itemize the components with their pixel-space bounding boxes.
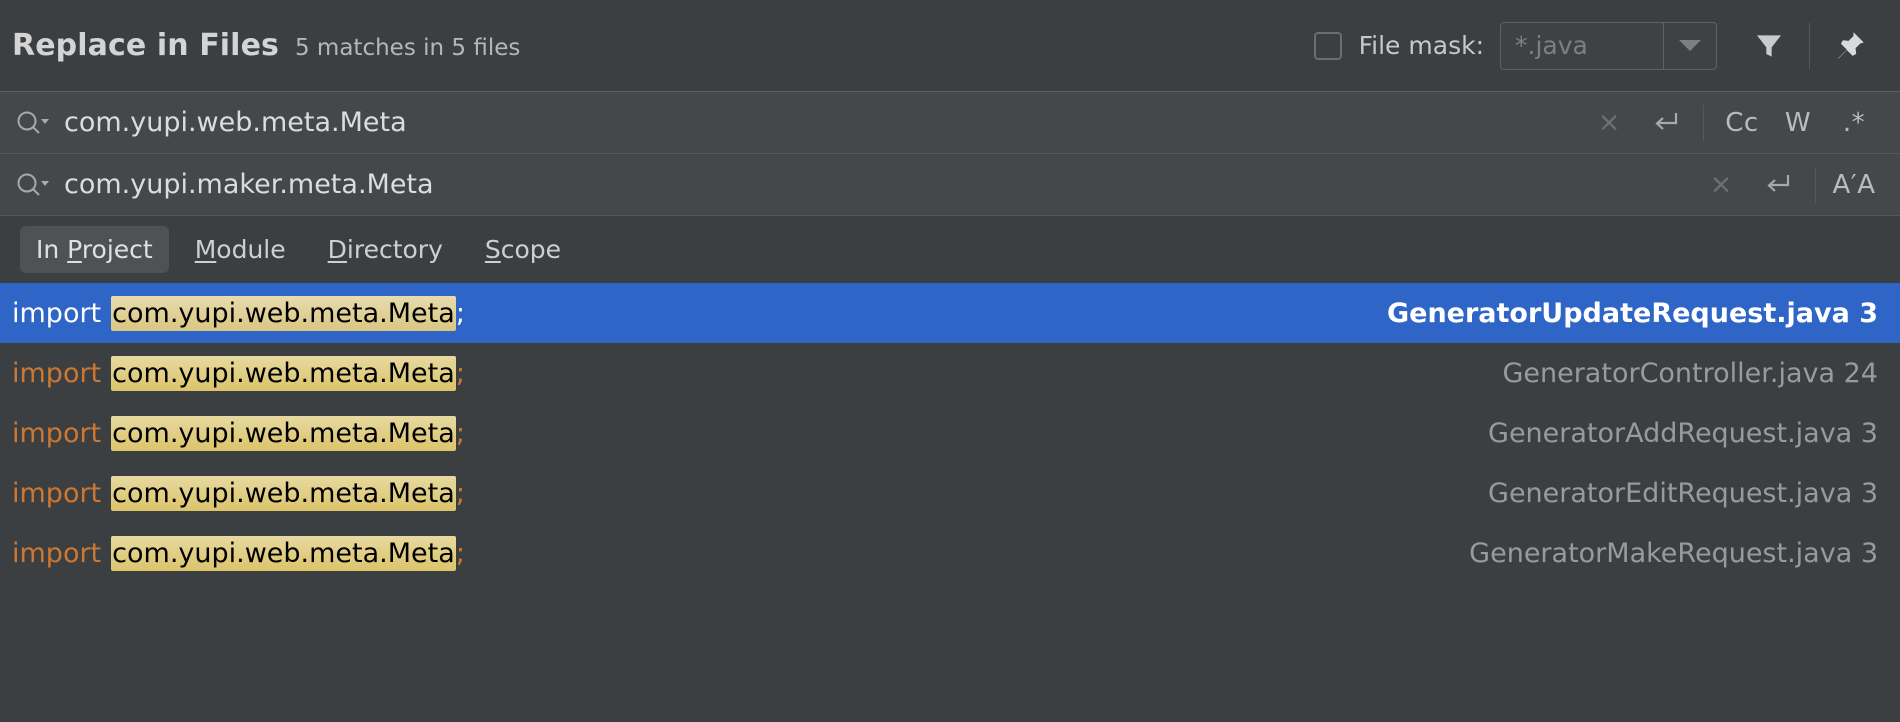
tab-in-project[interactable]: In Project bbox=[20, 226, 169, 273]
table-row[interactable]: import com.yupi.web.meta.Meta; GeneratorA… bbox=[0, 403, 1900, 463]
result-terminator: ; bbox=[455, 297, 465, 329]
replace-clear-button[interactable]: × bbox=[1693, 159, 1749, 211]
search-field-actions: × Cc W .* bbox=[1581, 97, 1882, 149]
result-file-label: GeneratorMakeRequest.java 3 bbox=[1469, 537, 1878, 569]
pin-button[interactable] bbox=[1822, 18, 1878, 74]
tab-directory-post: irectory bbox=[346, 235, 443, 264]
replace-actions-divider bbox=[1815, 166, 1816, 203]
search-field-row[interactable]: com.yupi.web.meta.Meta × Cc W .* bbox=[0, 92, 1900, 154]
header-divider bbox=[1809, 22, 1810, 69]
tab-scope-mnemonic: S bbox=[484, 235, 501, 264]
result-code: import com.yupi.web.meta.Meta; bbox=[12, 295, 1357, 331]
scope-tabs: In Project Module Directory Scope bbox=[0, 216, 1900, 283]
tab-module-mnemonic: M bbox=[194, 235, 217, 264]
replace-input[interactable]: com.yupi.maker.meta.Meta bbox=[64, 169, 1693, 200]
match-summary: 5 matches in 5 files bbox=[294, 35, 521, 61]
title-group: Replace in Files 5 matches in 5 files bbox=[12, 28, 520, 63]
result-match-highlight: com.yupi.web.meta.Meta bbox=[111, 415, 456, 451]
search-icon-wrapper[interactable] bbox=[14, 108, 56, 138]
search-clear-button[interactable]: × bbox=[1581, 97, 1637, 149]
result-keyword: import bbox=[12, 477, 102, 509]
result-keyword: import bbox=[12, 417, 102, 449]
tab-directory-mnemonic: D bbox=[327, 235, 347, 264]
result-terminator: ; bbox=[455, 537, 465, 569]
results-list[interactable]: import com.yupi.web.meta.Meta; GeneratorU… bbox=[0, 283, 1900, 722]
dialog-header: Replace in Files 5 matches in 5 files Fi… bbox=[0, 0, 1900, 92]
result-file-label: GeneratorAddRequest.java 3 bbox=[1488, 417, 1878, 449]
filter-button[interactable] bbox=[1741, 18, 1797, 74]
pin-icon bbox=[1837, 31, 1864, 59]
result-match-highlight: com.yupi.web.meta.Meta bbox=[111, 535, 456, 571]
result-keyword: import bbox=[12, 297, 102, 329]
words-toggle[interactable]: W bbox=[1770, 97, 1826, 149]
search-history-button[interactable] bbox=[1637, 97, 1693, 149]
file-mask-label: File mask: bbox=[1358, 31, 1484, 60]
result-terminator: ; bbox=[455, 477, 465, 509]
regex-toggle[interactable]: .* bbox=[1826, 97, 1882, 149]
replace-in-files-dialog: Replace in Files 5 matches in 5 files Fi… bbox=[0, 0, 1900, 722]
tab-in-project-pre: In bbox=[36, 235, 68, 264]
table-row[interactable]: import com.yupi.web.meta.Meta; GeneratorU… bbox=[0, 283, 1900, 343]
result-file-label: GeneratorEditRequest.java 3 bbox=[1488, 477, 1878, 509]
result-keyword: import bbox=[12, 537, 102, 569]
result-match-highlight: com.yupi.web.meta.Meta bbox=[111, 295, 456, 331]
table-row[interactable]: import com.yupi.web.meta.Meta; GeneratorE… bbox=[0, 463, 1900, 523]
chevron-down-icon bbox=[1679, 40, 1701, 51]
result-file-label: GeneratorController.java 24 bbox=[1502, 357, 1878, 389]
result-terminator: ; bbox=[455, 357, 465, 389]
file-mask-value[interactable]: *.java bbox=[1501, 23, 1663, 69]
replace-field-row[interactable]: com.yupi.maker.meta.Meta × A′A bbox=[0, 154, 1900, 216]
file-mask-checkbox[interactable] bbox=[1313, 31, 1342, 60]
history-return-icon bbox=[1767, 174, 1790, 192]
replace-search-icon-wrapper[interactable] bbox=[14, 170, 56, 200]
result-file-label: GeneratorUpdateRequest.java 3 bbox=[1386, 297, 1878, 329]
search-input[interactable]: com.yupi.web.meta.Meta bbox=[64, 107, 1581, 138]
table-row[interactable]: import com.yupi.web.meta.Meta; GeneratorC… bbox=[0, 343, 1900, 403]
tab-scope-post: cope bbox=[500, 235, 562, 264]
result-terminator: ; bbox=[455, 417, 465, 449]
search-actions-divider bbox=[1703, 104, 1704, 141]
tab-in-project-mnemonic: P bbox=[67, 235, 82, 264]
result-code: import com.yupi.web.meta.Meta; bbox=[12, 415, 1458, 451]
page-title: Replace in Files bbox=[12, 28, 279, 63]
result-match-highlight: com.yupi.web.meta.Meta bbox=[111, 355, 456, 391]
match-case-toggle[interactable]: Cc bbox=[1714, 97, 1770, 149]
result-match-highlight: com.yupi.web.meta.Meta bbox=[111, 475, 456, 511]
search-icon bbox=[17, 111, 49, 134]
result-code: import com.yupi.web.meta.Meta; bbox=[12, 475, 1458, 511]
tab-in-project-post: roject bbox=[81, 235, 153, 264]
filter-funnel-icon bbox=[1757, 34, 1781, 57]
result-code: import com.yupi.web.meta.Meta; bbox=[12, 355, 1472, 391]
file-mask-combobox[interactable]: *.java bbox=[1500, 21, 1717, 70]
history-return-icon bbox=[1655, 112, 1678, 130]
file-mask-dropdown-button[interactable] bbox=[1663, 22, 1716, 69]
tab-module[interactable]: Module bbox=[179, 226, 302, 273]
tab-module-post: odule bbox=[216, 235, 286, 264]
header-controls: File mask: *.java bbox=[1313, 18, 1878, 74]
search-icon bbox=[17, 173, 49, 196]
preserve-case-toggle[interactable]: A′A bbox=[1826, 159, 1882, 211]
result-code: import com.yupi.web.meta.Meta; bbox=[12, 535, 1439, 571]
result-keyword: import bbox=[12, 357, 102, 389]
tab-directory[interactable]: Directory bbox=[312, 226, 459, 273]
table-row[interactable]: import com.yupi.web.meta.Meta; GeneratorM… bbox=[0, 523, 1900, 583]
replace-history-button[interactable] bbox=[1749, 159, 1805, 211]
replace-field-actions: × A′A bbox=[1693, 159, 1882, 211]
tab-scope[interactable]: Scope bbox=[469, 226, 577, 273]
